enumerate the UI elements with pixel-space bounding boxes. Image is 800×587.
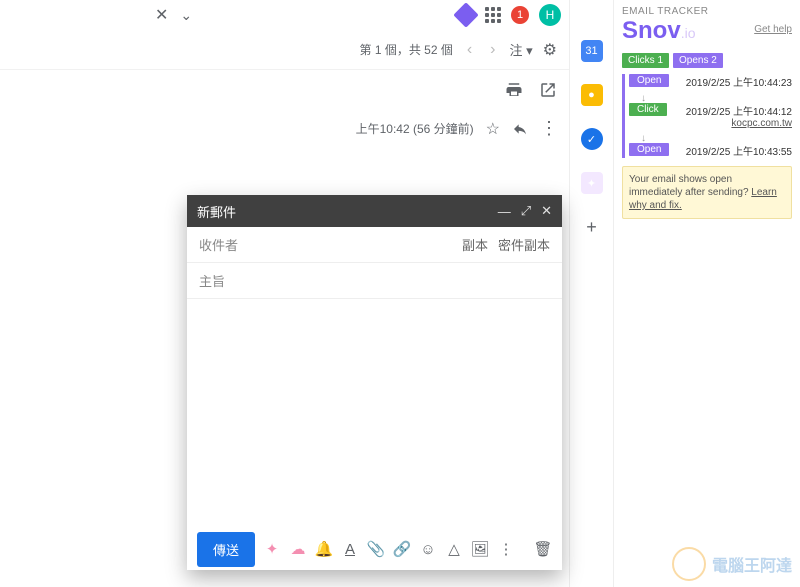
mail-nav-bar: 第 1 個，共 52 個 ‹ › 注 ▾ ⚙ bbox=[0, 30, 569, 70]
compose-header[interactable]: 新郵件 — ⤢ ✕ bbox=[187, 195, 562, 227]
cc-link[interactable]: 副本 bbox=[462, 235, 488, 254]
close-icon[interactable]: ✕ bbox=[155, 5, 168, 25]
side-rail: 31 ● ✓ ✦ + bbox=[570, 0, 614, 587]
more-icon[interactable]: ⋮ bbox=[497, 540, 515, 558]
drive-icon[interactable]: △ bbox=[445, 540, 463, 558]
more-menu-icon[interactable]: ⋮ bbox=[540, 118, 557, 139]
format-icon[interactable]: A bbox=[341, 540, 359, 558]
add-addon-icon[interactable]: + bbox=[581, 216, 603, 238]
bell-icon[interactable]: 🔔 bbox=[315, 540, 333, 558]
trash-icon[interactable]: 🗑 bbox=[534, 540, 552, 558]
reply-icon[interactable] bbox=[512, 121, 528, 137]
event-type-badge: Open bbox=[629, 143, 669, 156]
account-avatar[interactable]: H bbox=[539, 4, 561, 26]
send-button[interactable]: 傳送 bbox=[197, 532, 255, 567]
keep-icon[interactable]: ● bbox=[581, 84, 603, 106]
chevron-down-icon[interactable]: ⌄ bbox=[180, 7, 192, 24]
subject-label: 主旨 bbox=[199, 271, 225, 290]
clicks-badge[interactable]: Clicks 1 bbox=[622, 53, 669, 68]
tasks-icon[interactable]: ✓ bbox=[581, 128, 603, 150]
recipients-row[interactable]: 收件者 副本 密件副本 bbox=[187, 227, 562, 263]
subject-row[interactable]: 主旨 bbox=[187, 263, 562, 299]
minimize-icon[interactable]: — bbox=[498, 204, 511, 219]
event-type-badge: Open bbox=[629, 74, 669, 87]
event-timestamp: 2019/2/25 上午10:44:23 bbox=[675, 74, 792, 89]
mail-meta-row: 上午10:42 (56 分鐘前) ☆ ⋮ bbox=[0, 110, 569, 147]
tracker-panel: EMAIL TRACKER Snov.io Get help Clicks 1 … bbox=[614, 0, 800, 587]
extension1-icon[interactable]: ✦ bbox=[263, 540, 281, 558]
calendar-icon[interactable]: 31 bbox=[581, 40, 603, 62]
emoji-icon[interactable]: ☺ bbox=[419, 540, 437, 558]
watermark-face-icon bbox=[672, 547, 706, 581]
close-icon[interactable]: ✕ bbox=[541, 203, 552, 219]
to-label: 收件者 bbox=[199, 235, 238, 254]
mail-actions-bar bbox=[0, 70, 569, 110]
main-area: ✕ ⌄ 1 H 第 1 個，共 52 個 ‹ › 注 ▾ ⚙ 上午10:42 (… bbox=[0, 0, 570, 587]
compose-window: 新郵件 — ⤢ ✕ 收件者 副本 密件副本 主旨 傳送 ✦ ☁ 🔔 A 📎 🔗 … bbox=[187, 195, 562, 570]
extension-icon[interactable] bbox=[453, 2, 478, 27]
expand-icon[interactable]: ⤢ bbox=[521, 203, 531, 219]
tracker-heading: EMAIL TRACKER bbox=[622, 6, 792, 17]
event-row: Open 2019/2/25 上午10:44:23 bbox=[629, 74, 792, 89]
tip-box: Your email shows open immediately after … bbox=[622, 166, 792, 219]
link-icon[interactable]: 🔗 bbox=[393, 540, 411, 558]
bcc-link[interactable]: 密件副本 bbox=[498, 235, 550, 254]
mail-timestamp: 上午10:42 (56 分鐘前) bbox=[356, 120, 474, 137]
watermark-text: 電腦王阿達 bbox=[712, 552, 792, 576]
compose-toolbar: 傳送 ✦ ☁ 🔔 A 📎 🔗 ☺ △ 🖼 ⋮ 🗑 bbox=[187, 528, 562, 570]
input-method-button[interactable]: 注 ▾ bbox=[510, 40, 533, 59]
compose-title: 新郵件 bbox=[197, 202, 236, 221]
position-text: 第 1 個，共 52 個 bbox=[359, 41, 452, 58]
event-row: Click 2019/2/25 上午10:44:12 kocpc.com.tw bbox=[629, 103, 792, 129]
print-icon[interactable] bbox=[505, 81, 523, 99]
event-timestamp: 2019/2/25 上午10:43:55 bbox=[675, 143, 792, 158]
prev-arrow-icon[interactable]: ‹ bbox=[463, 41, 476, 59]
stats-row: Clicks 1 Opens 2 bbox=[622, 53, 792, 68]
image-icon[interactable]: 🖼 bbox=[471, 540, 489, 558]
watermark: 電腦王阿達 bbox=[672, 547, 792, 581]
compose-body[interactable] bbox=[187, 299, 562, 528]
event-type-badge: Click bbox=[629, 103, 667, 116]
get-help-link[interactable]: Get help bbox=[754, 24, 792, 35]
opens-badge[interactable]: Opens 2 bbox=[673, 53, 723, 68]
event-link[interactable]: kocpc.com.tw bbox=[673, 118, 792, 129]
open-new-icon[interactable] bbox=[539, 81, 557, 99]
event-timestamp: 2019/2/25 上午10:44:12 bbox=[673, 103, 792, 118]
next-arrow-icon[interactable]: › bbox=[486, 41, 499, 59]
event-list: Open 2019/2/25 上午10:44:23 ↓ Click 2019/2… bbox=[622, 74, 792, 158]
attach-icon[interactable]: 📎 bbox=[367, 540, 385, 558]
apps-grid-icon[interactable] bbox=[485, 7, 501, 23]
star-icon[interactable]: ☆ bbox=[486, 119, 500, 139]
notifications-badge[interactable]: 1 bbox=[511, 6, 529, 24]
snov-addon-icon[interactable]: ✦ bbox=[581, 172, 603, 194]
top-bar: ✕ ⌄ 1 H bbox=[0, 0, 569, 30]
extension2-icon[interactable]: ☁ bbox=[289, 540, 307, 558]
settings-gear-icon[interactable]: ⚙ bbox=[543, 40, 557, 60]
event-row: Open 2019/2/25 上午10:43:55 bbox=[629, 143, 792, 158]
